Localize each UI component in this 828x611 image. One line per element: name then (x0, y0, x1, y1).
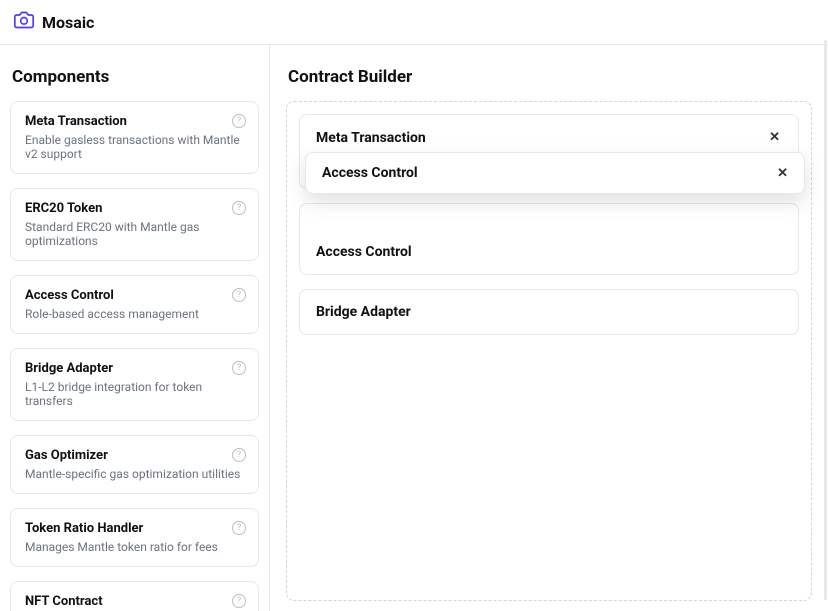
component-desc: Mantle-specific gas optimization utiliti… (25, 467, 244, 481)
builder-item-bridge-adapter[interactable]: Bridge Adapter (299, 289, 799, 335)
component-card-bridge-adapter[interactable]: Bridge Adapter L1-L2 bridge integration … (10, 348, 259, 421)
builder-item-access-control[interactable]: Access Control (299, 203, 799, 275)
help-icon[interactable]: ? (232, 361, 246, 375)
builder-item-title: Bridge Adapter (316, 304, 411, 320)
component-desc: Role-based access management (25, 307, 244, 321)
dragging-item-title: Access Control (322, 165, 418, 181)
component-desc: Standard ERC20 with Mantle gas optimizat… (25, 220, 244, 248)
help-icon[interactable]: ? (232, 594, 246, 608)
component-title: ERC20 Token (25, 201, 244, 216)
app-header: Mosaic (0, 0, 828, 45)
close-icon[interactable]: ✕ (767, 129, 782, 146)
component-title: Access Control (25, 288, 244, 303)
component-title: NFT Contract (25, 594, 244, 609)
component-title: Gas Optimizer (25, 448, 244, 463)
help-icon[interactable]: ? (232, 114, 246, 128)
help-icon[interactable]: ? (232, 288, 246, 302)
builder-title: Contract Builder (288, 67, 812, 87)
dragging-item-access-control[interactable]: Access Control ✕ (305, 152, 805, 194)
component-desc: Enable gasless transactions with Mantle … (25, 133, 244, 161)
component-desc: Manages Mantle token ratio for fees (25, 540, 244, 554)
help-icon[interactable]: ? (232, 521, 246, 535)
builder-drop-zone[interactable]: Meta Transaction ✕ Access Control ✕ Acce… (286, 101, 812, 601)
components-sidebar: Components Meta Transaction Enable gasle… (0, 45, 270, 611)
component-card-meta-transaction[interactable]: Meta Transaction Enable gasless transact… (10, 101, 259, 174)
component-card-access-control[interactable]: Access Control Role-based access managem… (10, 275, 259, 334)
component-card-token-ratio-handler[interactable]: Token Ratio Handler Manages Mantle token… (10, 508, 259, 567)
component-card-erc20-token[interactable]: ERC20 Token Standard ERC20 with Mantle g… (10, 188, 259, 261)
builder-item-title: Meta Transaction (316, 130, 426, 146)
scrollbar[interactable] (824, 40, 827, 600)
sidebar-title: Components (12, 67, 259, 87)
close-icon[interactable]: ✕ (777, 166, 788, 181)
component-title: Bridge Adapter (25, 361, 244, 376)
help-icon[interactable]: ? (232, 201, 246, 215)
component-card-nft-contract[interactable]: NFT Contract ERC721 with Mantle optimiza… (10, 581, 259, 611)
help-icon[interactable]: ? (232, 448, 246, 462)
camera-icon (14, 10, 34, 34)
component-desc: L1-L2 bridge integration for token trans… (25, 380, 244, 408)
main-content: Components Meta Transaction Enable gasle… (0, 45, 828, 611)
app-brand: Mosaic (42, 13, 94, 32)
component-card-gas-optimizer[interactable]: Gas Optimizer Mantle-specific gas optimi… (10, 435, 259, 494)
builder-item-title: Access Control (316, 244, 412, 260)
contract-builder: Contract Builder Meta Transaction ✕ Acce… (270, 45, 828, 611)
component-title: Token Ratio Handler (25, 521, 244, 536)
component-title: Meta Transaction (25, 114, 244, 129)
